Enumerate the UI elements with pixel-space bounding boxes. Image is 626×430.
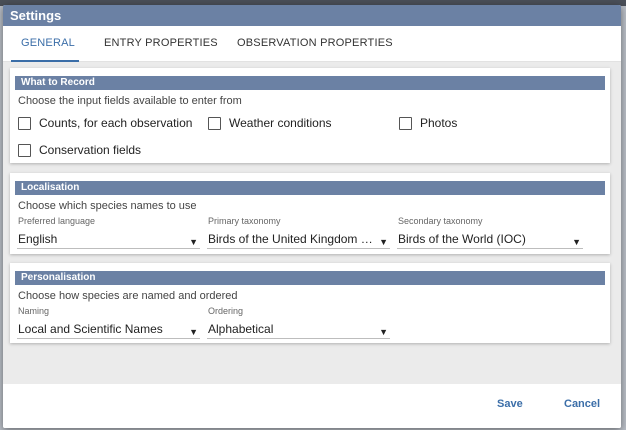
primary-taxonomy-select[interactable]: Birds of the United Kingdom (BOU) ▼ (207, 231, 390, 249)
dialog-footer: Save Cancel (3, 384, 621, 428)
cancel-button[interactable]: Cancel (564, 398, 600, 410)
secondary-taxonomy-value: Birds of the World (IOC) (398, 232, 526, 246)
tab-observation-properties[interactable]: OBSERVATION PROPERTIES (237, 26, 393, 62)
settings-content: What to Record Choose the input fields a… (3, 62, 621, 384)
dropdown-arrow-icon: ▼ (189, 237, 198, 247)
what-to-record-card: What to Record Choose the input fields a… (10, 68, 610, 163)
primary-taxonomy-label: Primary taxonomy (208, 216, 281, 226)
ordering-label: Ordering (208, 306, 244, 316)
settings-dialog: Settings GENERAL ENTRY PROPERTIES OBSERV… (3, 5, 621, 428)
preferred-language-label: Preferred language (18, 216, 96, 226)
primary-taxonomy-value: Birds of the United Kingdom (BOU) (208, 232, 390, 246)
personalisation-card: Personalisation Choose how species are n… (10, 263, 610, 343)
photos-checkbox[interactable]: Photos (399, 115, 457, 131)
what-to-record-description: Choose the input fields available to ent… (18, 95, 242, 107)
preferred-language-value: English (18, 232, 58, 246)
checkbox-box[interactable] (18, 116, 31, 130)
dropdown-arrow-icon: ▼ (189, 327, 198, 337)
dropdown-arrow-icon: ▼ (379, 327, 388, 337)
checkbox-box[interactable] (399, 116, 412, 130)
dropdown-arrow-icon: ▼ (379, 237, 388, 247)
conservation-checkbox-label: Conservation fields (39, 143, 142, 157)
photos-checkbox-label: Photos (420, 116, 458, 130)
weather-checkbox-label: Weather conditions (229, 116, 332, 130)
checkbox-box[interactable] (208, 116, 221, 130)
checkbox-box[interactable] (18, 143, 31, 157)
localisation-description: Choose which species names to use (18, 200, 197, 212)
personalisation-description: Choose how species are named and ordered (18, 290, 238, 302)
tab-bar: GENERAL ENTRY PROPERTIES OBSERVATION PRO… (3, 26, 621, 62)
save-button[interactable]: Save (497, 398, 523, 410)
preferred-language-select[interactable]: English ▼ (17, 231, 200, 249)
localisation-card: Localisation Choose which species names … (10, 173, 610, 254)
naming-label: Naming (18, 306, 50, 316)
conservation-checkbox[interactable]: Conservation fields (18, 142, 141, 158)
weather-checkbox[interactable]: Weather conditions (208, 115, 332, 131)
what-to-record-header: What to Record (15, 76, 605, 90)
secondary-taxonomy-label: Secondary taxonomy (398, 216, 483, 226)
dropdown-arrow-icon: ▼ (572, 237, 581, 247)
naming-value: Local and Scientific Names (18, 322, 163, 336)
ordering-value: Alphabetical (208, 322, 274, 336)
dialog-title: Settings (3, 5, 621, 26)
counts-checkbox[interactable]: Counts, for each observation (18, 115, 192, 131)
ordering-select[interactable]: Alphabetical ▼ (207, 321, 390, 339)
personalisation-header: Personalisation (15, 271, 605, 285)
localisation-header: Localisation (15, 181, 605, 195)
secondary-taxonomy-select[interactable]: Birds of the World (IOC) ▼ (397, 231, 583, 249)
naming-select[interactable]: Local and Scientific Names ▼ (17, 321, 200, 339)
counts-checkbox-label: Counts, for each observation (39, 116, 193, 130)
tab-general[interactable]: GENERAL (21, 26, 75, 62)
tab-entry-properties[interactable]: ENTRY PROPERTIES (104, 26, 218, 62)
